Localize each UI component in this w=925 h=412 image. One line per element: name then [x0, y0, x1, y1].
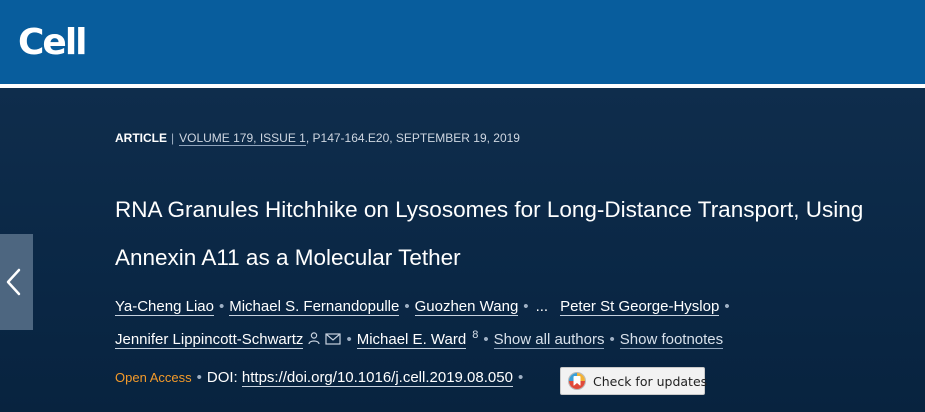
check-for-updates-button[interactable]: Check for updates	[560, 367, 708, 395]
access-separator: •	[196, 369, 202, 386]
access-separator: •	[517, 369, 524, 386]
author-link[interactable]: Peter St George-Hyslop	[560, 298, 720, 316]
volume-issue-link[interactable]: VOLUME 179, ISSUE 1	[179, 131, 306, 146]
author-separator: •	[218, 298, 225, 315]
crossmark-icon	[567, 371, 587, 395]
article-title: RNA Granules Hitchhike on Lysosomes for …	[115, 197, 864, 270]
access-row: Open Access • DOI: https://doi.org/10.1016…	[115, 367, 707, 395]
author-link[interactable]: Ya-Cheng Liao	[115, 298, 214, 316]
open-access-label: Open Access	[115, 370, 192, 385]
author-separator: •	[523, 298, 529, 315]
pages-date: , P147-164.E20, SEPTEMBER 19, 2019	[305, 131, 520, 145]
person-icon[interactable]	[307, 326, 321, 355]
author-link[interactable]: Jennifer Lippincott-Schwartz	[115, 331, 304, 349]
check-updates-label: Check for updates	[593, 374, 708, 389]
author-link[interactable]: Michael S. Fernandopulle	[229, 298, 400, 316]
doi-link[interactable]: https://doi.org/10.1016/j.cell.2019.08.0…	[241, 369, 513, 387]
author-list: Ya-Cheng Liao • Michael S. Fernandopulle • G…	[115, 292, 905, 355]
footnote-marker[interactable]: 8	[472, 329, 478, 341]
envelope-icon[interactable]	[325, 326, 342, 355]
chevron-left-icon	[6, 268, 21, 296]
doi-label: DOI:	[206, 369, 238, 386]
author-separator: •	[346, 331, 352, 348]
article-type: ARTICLE	[115, 131, 167, 145]
previous-article-button[interactable]	[0, 234, 33, 330]
author-separator: •	[483, 331, 489, 348]
author-separator: •	[404, 298, 410, 315]
show-footnotes-link[interactable]: Show footnotes	[619, 331, 724, 349]
site-header: Cell	[0, 0, 925, 84]
cell-logo[interactable]: Cell	[18, 22, 88, 64]
author-separator: •	[609, 331, 615, 348]
article-meta: ARTICLE | VOLUME 179, ISSUE 1, P147-164.E2…	[115, 131, 520, 146]
author-separator: •	[724, 298, 730, 315]
author-link[interactable]: Michael E. Ward	[356, 331, 467, 349]
meta-separator: |	[171, 131, 175, 145]
show-all-authors-link[interactable]: Show all authors	[493, 331, 605, 349]
author-link[interactable]: Guozhen Wang	[414, 298, 519, 316]
authors-ellipsis: ...	[535, 298, 549, 315]
